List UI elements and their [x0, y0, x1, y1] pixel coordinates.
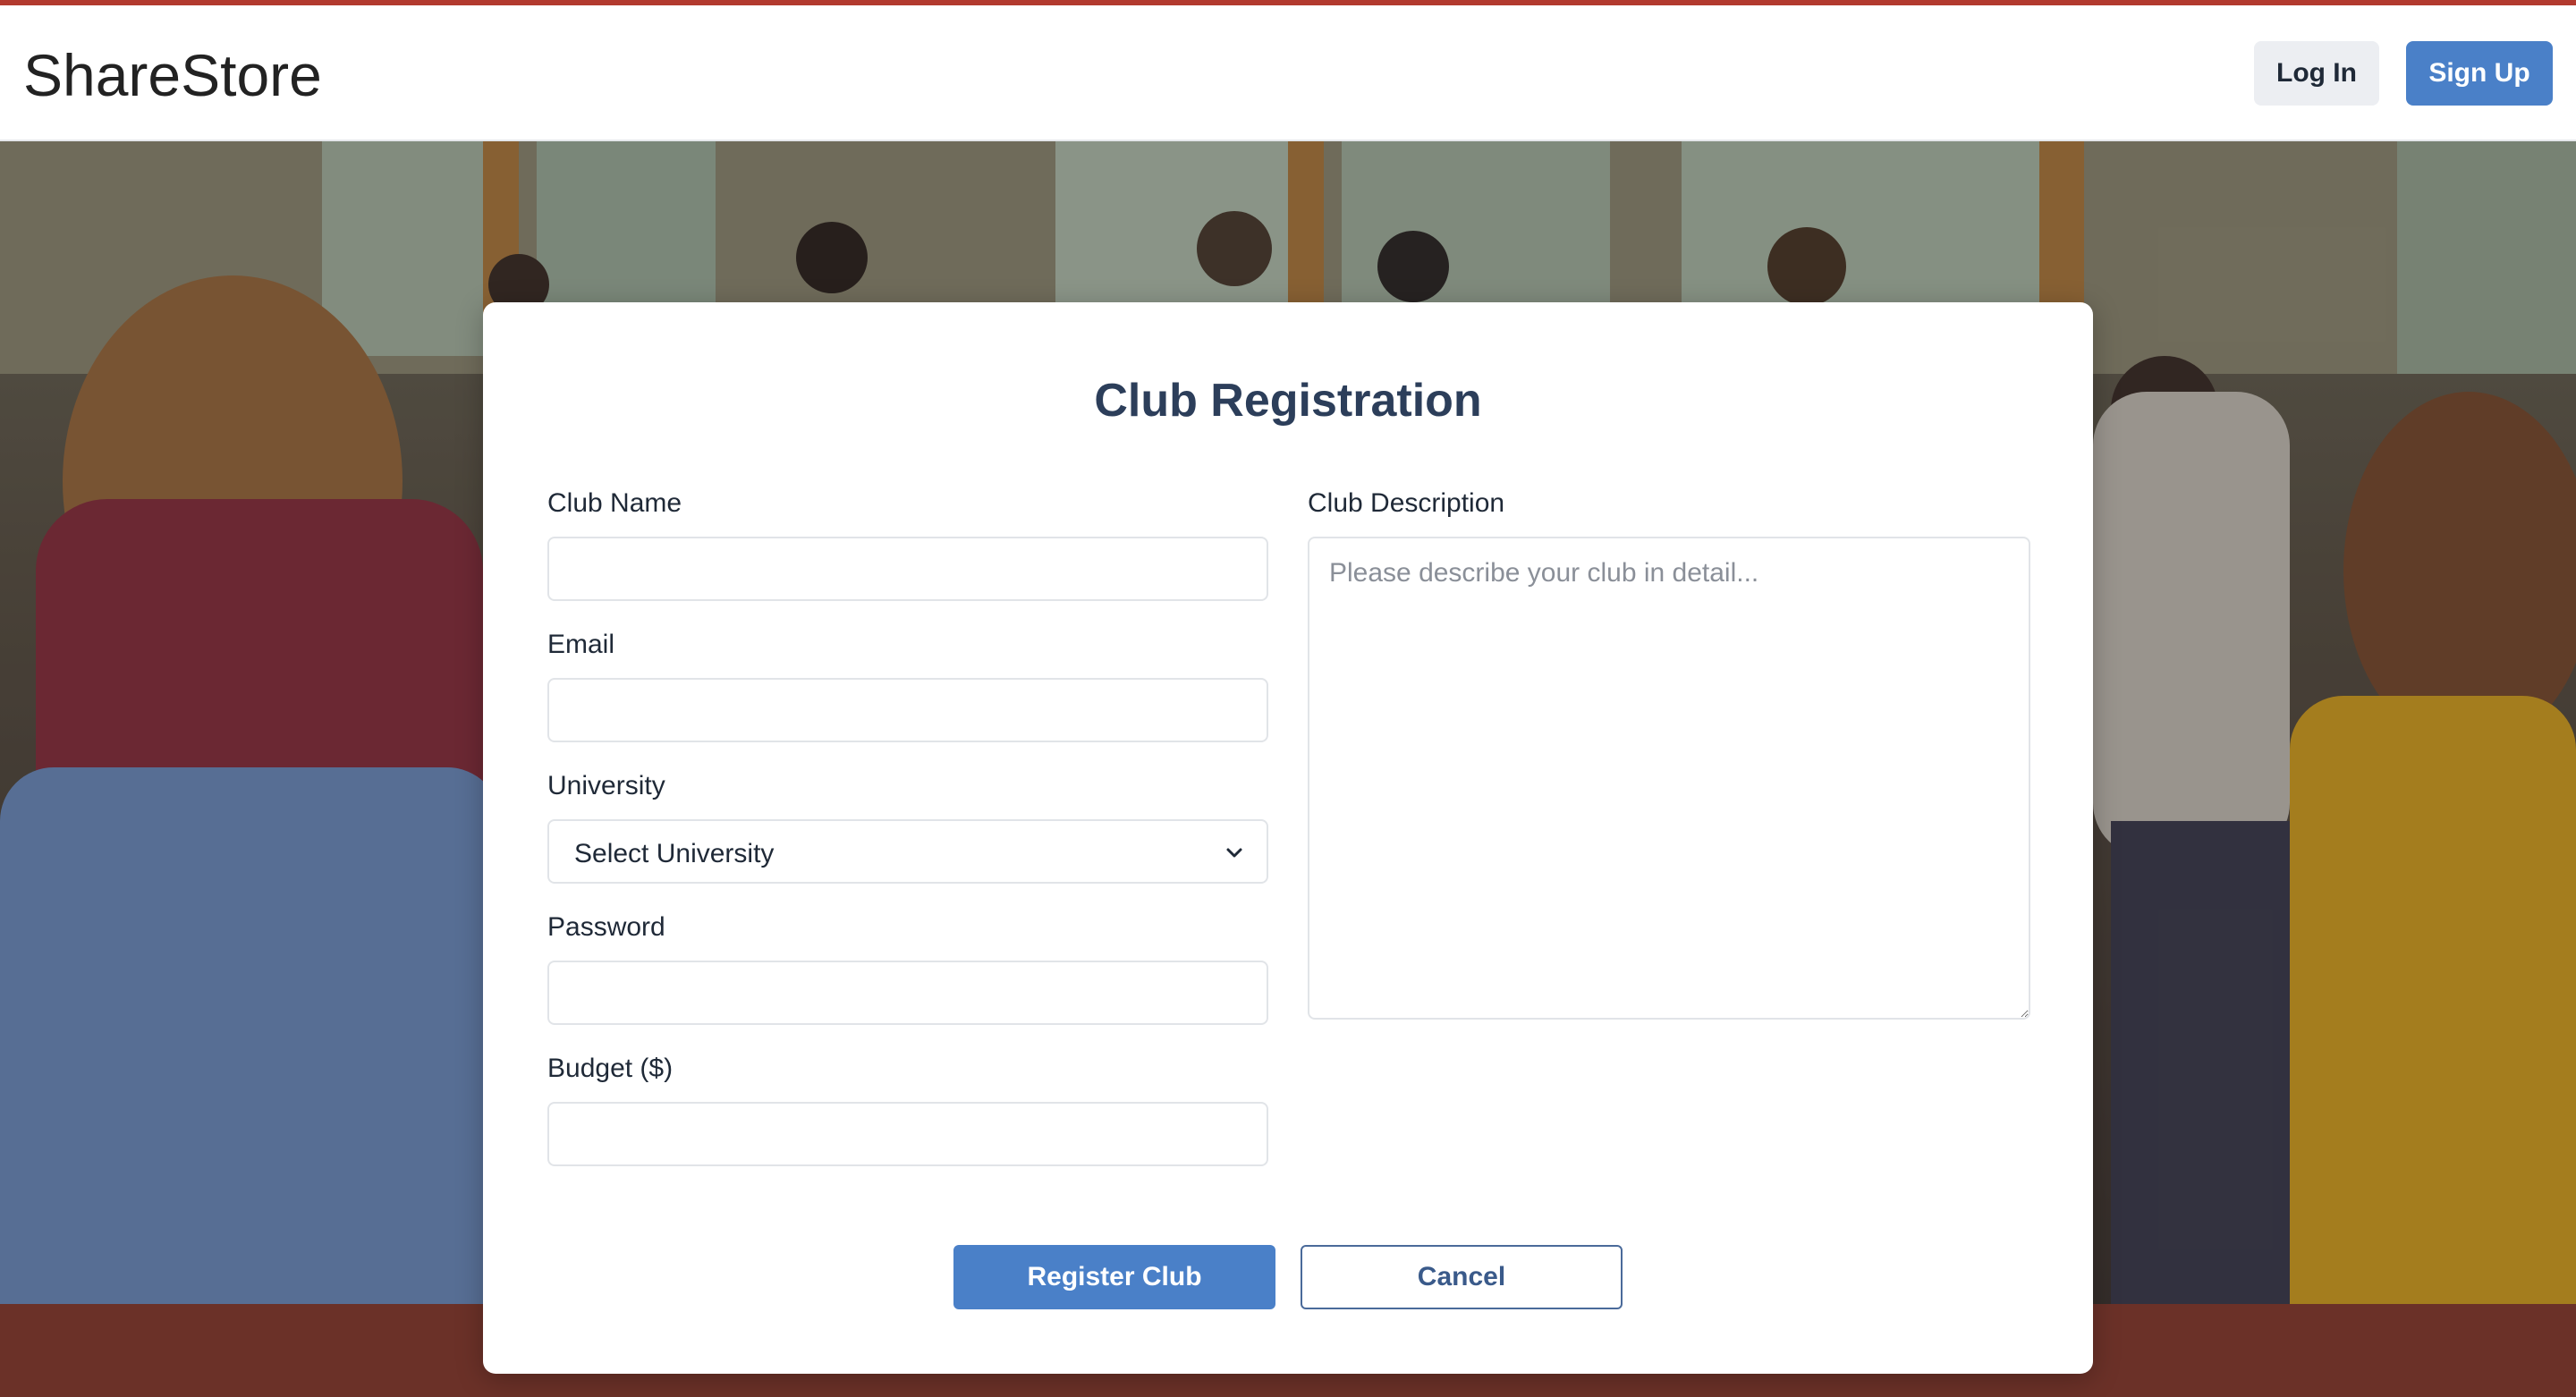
email-label: Email: [547, 630, 615, 659]
password-input[interactable]: [547, 961, 1268, 1025]
club-name-label: Club Name: [547, 488, 682, 518]
club-name-input[interactable]: [547, 537, 1268, 601]
club-description-label: Club Description: [1308, 488, 1505, 518]
signup-button[interactable]: Sign Up: [2406, 41, 2553, 106]
form-title: Club Registration: [1094, 375, 1482, 427]
register-club-button[interactable]: Register Club: [953, 1245, 1275, 1309]
brand-logo[interactable]: ShareStore: [23, 41, 322, 109]
university-label: University: [547, 771, 665, 800]
top-navbar: ShareStore Log In Sign Up: [0, 0, 2576, 141]
login-button[interactable]: Log In: [2254, 41, 2379, 106]
university-select[interactable]: Select University: [547, 819, 1268, 884]
password-label: Password: [547, 912, 665, 942]
page: ShareStore Log In Sign Up Club Registrat…: [0, 0, 2576, 1397]
email-input[interactable]: [547, 678, 1268, 742]
budget-input[interactable]: [547, 1102, 1268, 1166]
club-description-textarea[interactable]: [1308, 537, 2030, 1020]
cancel-button[interactable]: Cancel: [1301, 1245, 1623, 1309]
budget-label: Budget ($): [547, 1054, 674, 1083]
university-selected-value: Select University: [574, 839, 775, 868]
club-registration-card: Club Registration Club Name Email Univer…: [483, 302, 2093, 1374]
chevron-down-icon: [1226, 848, 1242, 858]
